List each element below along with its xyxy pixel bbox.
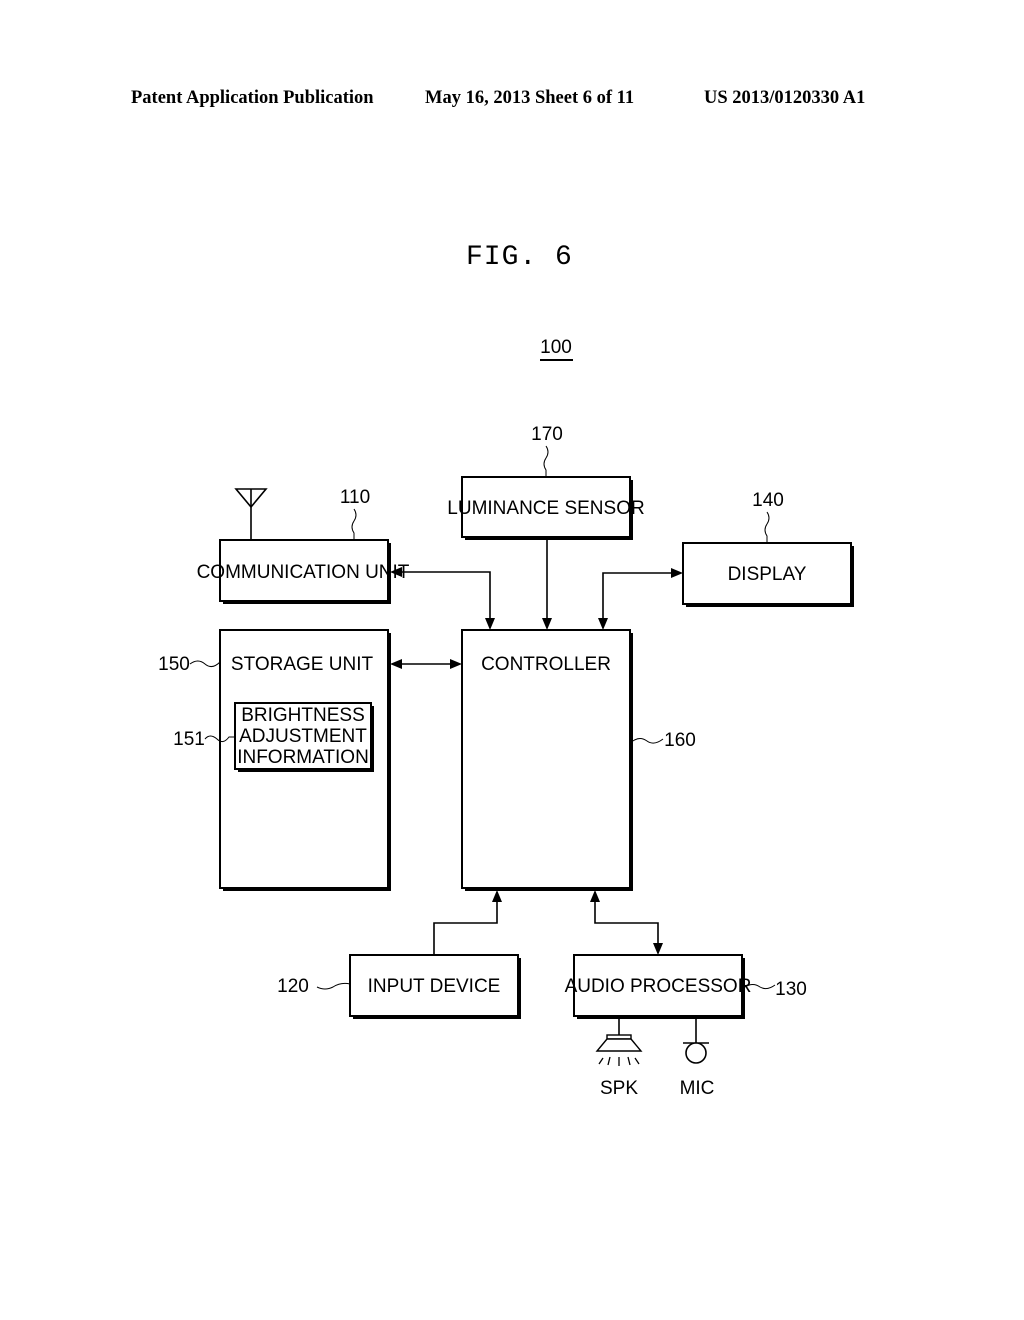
speaker-icon [595, 1016, 643, 1066]
communication-unit-ref: 110 [340, 487, 370, 508]
storage-unit-ref: 150 [158, 654, 190, 675]
connection-audio-controller [590, 890, 663, 955]
input-device-leader [316, 982, 351, 990]
display-block: DISPLAY [682, 542, 854, 607]
luminance-sensor-leader [543, 445, 549, 477]
display-label: DISPLAY [728, 564, 807, 585]
input-device-ref: 120 [277, 976, 309, 997]
brightness-info-ref: 151 [173, 729, 205, 750]
display-ref: 140 [752, 490, 784, 511]
brightness-info-line-3: INFORMATION [237, 747, 369, 768]
audio-processor-label: AUDIO PROCESSOR [565, 976, 752, 997]
communication-unit-label: COMMUNICATION UNIT [197, 562, 410, 583]
antenna-icon [234, 488, 268, 540]
communication-unit-block: COMMUNICATION UNIT [197, 539, 410, 604]
brightness-info-block: BRIGHTNESS ADJUSTMENT INFORMATION [234, 702, 374, 772]
luminance-sensor-label: LUMINANCE SENSOR [447, 498, 644, 519]
communication-unit-leader [351, 508, 357, 539]
brightness-info-line-2: ADJUSTMENT [239, 726, 367, 747]
input-device-label: INPUT DEVICE [368, 976, 501, 997]
input-device-block: INPUT DEVICE [349, 954, 521, 1019]
connection-luminance-controller [542, 540, 552, 630]
controller-ref: 160 [664, 730, 696, 751]
storage-unit-label: STORAGE UNIT [231, 654, 374, 675]
connection-storage-controller [390, 659, 462, 669]
storage-unit-leader [189, 660, 221, 668]
brightness-info-line-1: BRIGHTNESS [241, 705, 365, 726]
figure-ref-number: 100 [540, 337, 572, 358]
connection-input-controller [433, 890, 502, 955]
microphone-icon [683, 1016, 709, 1064]
speaker-label: SPK [600, 1078, 638, 1099]
microphone-label: MIC [680, 1078, 715, 1099]
display-leader [764, 511, 770, 543]
block-diagram: 100 LUMINANCE SENSOR 170 COMMUNICATION U… [158, 337, 854, 1099]
luminance-sensor-ref: 170 [531, 424, 563, 445]
controller-leader [632, 738, 664, 744]
luminance-sensor-block: LUMINANCE SENSOR [447, 476, 645, 540]
controller-label: CONTROLLER [481, 654, 611, 675]
connection-display-controller [598, 568, 683, 630]
audio-processor-block: AUDIO PROCESSOR [565, 954, 752, 1019]
controller-block: CONTROLLER [461, 629, 633, 891]
audio-processor-ref: 130 [775, 979, 807, 1000]
